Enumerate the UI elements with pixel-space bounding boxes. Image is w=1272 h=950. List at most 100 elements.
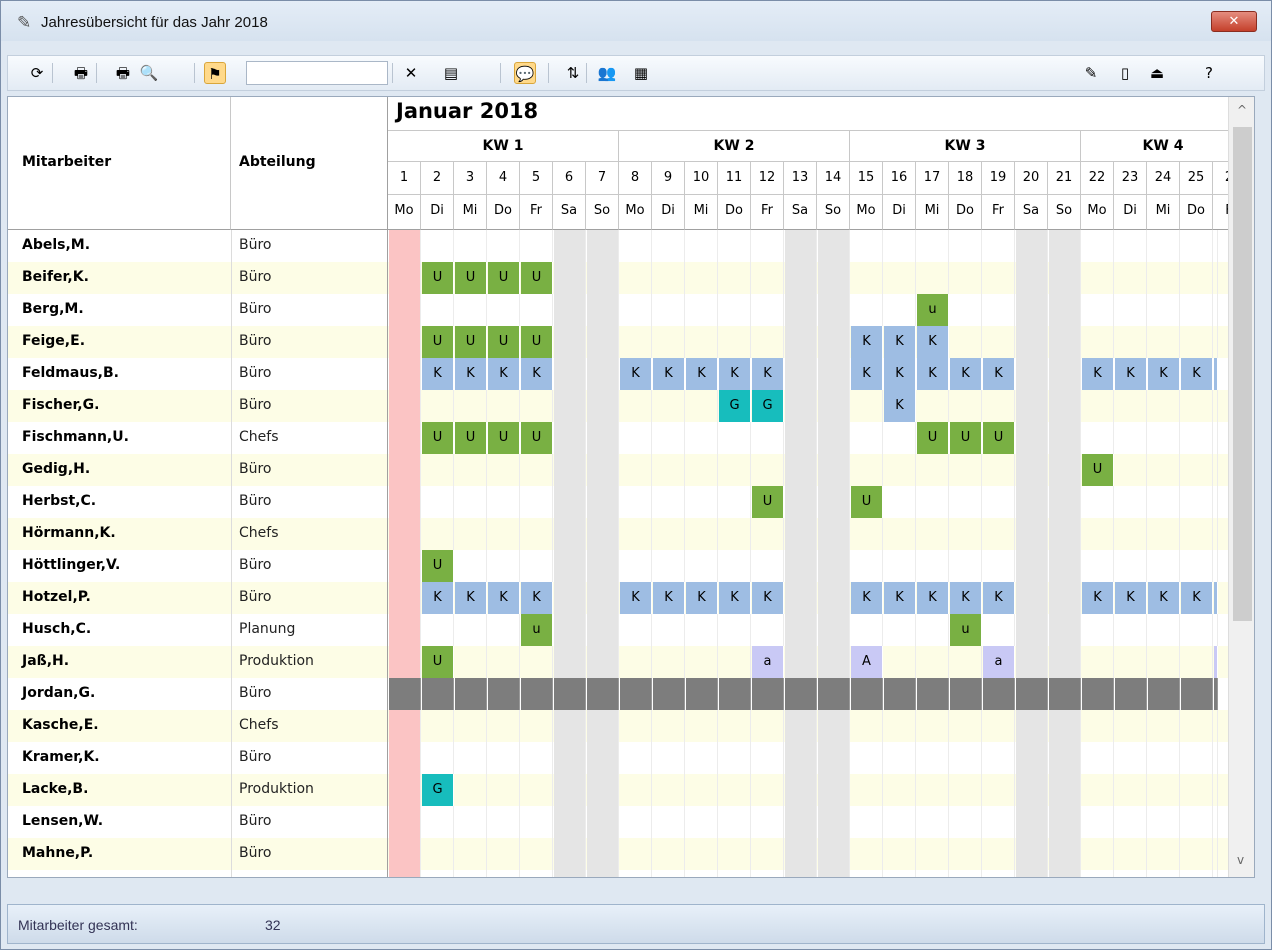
employee-row[interactable]: Husch,C. Planung u u xyxy=(8,614,1228,646)
day-cell[interactable] xyxy=(785,806,817,838)
absence-mark[interactable]: K xyxy=(884,582,916,614)
day-cell[interactable] xyxy=(587,550,619,582)
day-cell[interactable] xyxy=(1115,390,1147,422)
day-cell[interactable] xyxy=(422,806,454,838)
day-cell[interactable] xyxy=(785,838,817,870)
day-cell[interactable] xyxy=(1115,774,1147,806)
day-cell[interactable] xyxy=(1049,838,1081,870)
absence-mark[interactable]: K xyxy=(950,358,982,390)
day-cell[interactable] xyxy=(587,486,619,518)
day-cell[interactable] xyxy=(455,454,487,486)
day-cell[interactable] xyxy=(1016,230,1048,262)
absence-mark[interactable]: K xyxy=(1181,582,1213,614)
day-cell[interactable] xyxy=(917,646,949,678)
absence-mark[interactable]: K xyxy=(884,326,916,358)
absence-mark[interactable]: U xyxy=(1082,454,1114,486)
absence-mark[interactable]: U xyxy=(521,262,553,294)
day-cell[interactable] xyxy=(1016,678,1048,710)
day-cell[interactable] xyxy=(1214,262,1218,294)
day-cell[interactable] xyxy=(884,454,916,486)
day-cell[interactable] xyxy=(488,742,520,774)
day-cell[interactable] xyxy=(719,774,751,806)
absence-mark[interactable]: U xyxy=(488,262,520,294)
day-cell[interactable] xyxy=(1016,646,1048,678)
day-cell[interactable] xyxy=(1016,774,1048,806)
day-cell[interactable] xyxy=(818,582,850,614)
absence-mark[interactable]: K xyxy=(851,582,883,614)
day-cell[interactable] xyxy=(851,806,883,838)
day-cell[interactable] xyxy=(818,774,850,806)
day-cell[interactable] xyxy=(1115,678,1147,710)
day-cell[interactable] xyxy=(587,454,619,486)
day-cell[interactable] xyxy=(1115,486,1147,518)
day-cell[interactable] xyxy=(1049,358,1081,390)
day-cell[interactable] xyxy=(554,262,586,294)
day-cell[interactable] xyxy=(719,550,751,582)
day-cell[interactable] xyxy=(917,550,949,582)
day-cell[interactable] xyxy=(653,550,685,582)
day-cell[interactable] xyxy=(818,326,850,358)
day-cell[interactable] xyxy=(1181,838,1213,870)
day-cell[interactable] xyxy=(1181,422,1213,454)
day-cell[interactable] xyxy=(1049,550,1081,582)
day-cell[interactable] xyxy=(785,774,817,806)
day-cell[interactable] xyxy=(1082,614,1114,646)
day-cell[interactable] xyxy=(1049,646,1081,678)
day-cell[interactable] xyxy=(719,710,751,742)
absence-mark[interactable]: G xyxy=(752,390,784,422)
day-cell[interactable] xyxy=(752,230,784,262)
day-cell[interactable] xyxy=(884,710,916,742)
day-cell[interactable] xyxy=(488,806,520,838)
absence-mark[interactable]: K xyxy=(488,582,520,614)
day-cell[interactable] xyxy=(1214,326,1218,358)
day-cell[interactable] xyxy=(1115,614,1147,646)
day-cell[interactable] xyxy=(554,486,586,518)
day-cell[interactable] xyxy=(1016,262,1048,294)
day-cell[interactable] xyxy=(554,230,586,262)
day-cell[interactable] xyxy=(884,646,916,678)
day-cell[interactable] xyxy=(455,390,487,422)
day-cell[interactable] xyxy=(1082,390,1114,422)
employee-row[interactable]: Hörmann,K. Chefs xyxy=(8,518,1228,550)
day-cell[interactable] xyxy=(983,678,1015,710)
absence-mark[interactable]: K xyxy=(950,582,982,614)
clear-filter-icon[interactable]: ✕ xyxy=(400,62,422,84)
day-cell[interactable] xyxy=(1082,518,1114,550)
day-cell[interactable] xyxy=(983,806,1015,838)
day-cell[interactable] xyxy=(818,294,850,326)
absence-mark[interactable]: K xyxy=(653,358,685,390)
day-cell[interactable] xyxy=(983,294,1015,326)
day-cell[interactable] xyxy=(1115,806,1147,838)
day-cell[interactable] xyxy=(818,390,850,422)
day-cell[interactable] xyxy=(587,742,619,774)
day-cell[interactable] xyxy=(1181,806,1213,838)
day-cell[interactable] xyxy=(521,742,553,774)
employee-row[interactable]: Fischer,G. Büro G G K xyxy=(8,390,1228,422)
day-cell[interactable] xyxy=(1049,454,1081,486)
day-cell[interactable] xyxy=(719,230,751,262)
absence-mark[interactable]: K xyxy=(620,358,652,390)
day-cell[interactable] xyxy=(620,774,652,806)
day-cell[interactable] xyxy=(983,550,1015,582)
day-cell[interactable] xyxy=(422,390,454,422)
refresh-icon[interactable]: ⟳ xyxy=(26,62,48,84)
day-cell[interactable] xyxy=(488,390,520,422)
day-cell[interactable] xyxy=(389,294,421,326)
day-cell[interactable] xyxy=(587,294,619,326)
day-cell[interactable] xyxy=(653,518,685,550)
day-cell[interactable] xyxy=(950,742,982,774)
day-cell[interactable] xyxy=(1214,550,1218,582)
employee-row[interactable]: Gedig,H. Büro U xyxy=(8,454,1228,486)
day-cell[interactable] xyxy=(1181,550,1213,582)
day-cell[interactable] xyxy=(851,614,883,646)
day-cell[interactable] xyxy=(1049,806,1081,838)
day-cell[interactable] xyxy=(488,230,520,262)
day-cell[interactable] xyxy=(488,550,520,582)
day-cell[interactable] xyxy=(785,518,817,550)
day-cell[interactable] xyxy=(1214,518,1218,550)
day-cell[interactable] xyxy=(455,486,487,518)
day-cell[interactable] xyxy=(389,806,421,838)
day-cell[interactable] xyxy=(1148,230,1180,262)
day-cell[interactable] xyxy=(983,486,1015,518)
day-cell[interactable] xyxy=(653,806,685,838)
